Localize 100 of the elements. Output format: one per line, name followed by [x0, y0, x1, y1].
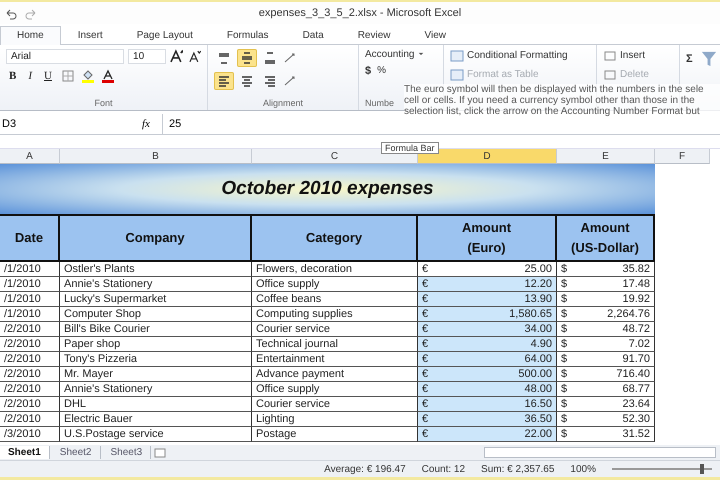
ribbon-tab[interactable]: Data: [286, 26, 341, 45]
align-button[interactable]: [214, 72, 234, 90]
table-icon[interactable]: [450, 48, 464, 63]
column-heading: Amount (Euro): [418, 216, 557, 262]
cells-button[interactable]: Insert: [620, 50, 646, 62]
number-format-dropdown[interactable]: Accounting: [365, 48, 414, 60]
sheet-tab[interactable]: Sheet2: [52, 446, 100, 460]
column-header[interactable]: B: [60, 149, 252, 164]
table-cell: $ 35.82: [557, 262, 655, 278]
font-name-field[interactable]: Arial: [6, 48, 124, 64]
align-icon: [263, 50, 277, 65]
align-icon: [217, 50, 231, 65]
ribbon-tab[interactable]: Home: [0, 26, 61, 45]
column-heading: Date: [0, 216, 60, 262]
column-header[interactable]: E: [557, 149, 655, 164]
font-color-icon[interactable]: [100, 68, 115, 83]
table-cell: /2/2010: [0, 382, 60, 398]
column-header[interactable]: F: [655, 149, 710, 164]
table-cell: Postage: [252, 427, 418, 442]
table-cell: $ 68.77: [557, 382, 655, 398]
column-heading: Company: [60, 216, 252, 262]
table-cell: /2/2010: [0, 337, 60, 352]
sheet-title: October 2010 expenses: [221, 178, 434, 200]
sheet-tab[interactable]: Sheet1: [0, 446, 50, 460]
table-cell: /1/2010: [0, 292, 60, 308]
status-sum: Sum: € 2,357.65: [481, 464, 554, 475]
cells-icon[interactable]: [603, 68, 617, 82]
group-label: Numbe: [365, 98, 394, 108]
font-size-field[interactable]: 10: [128, 48, 166, 64]
table-cell: Advance payment: [252, 367, 418, 382]
table-cell: € 64.00: [418, 352, 557, 368]
table-cell: $ 7.02: [557, 337, 655, 352]
align-button[interactable]: [237, 48, 257, 67]
cells-icon[interactable]: [603, 48, 617, 63]
table-cell: /1/2010: [0, 307, 60, 322]
name-box[interactable]: D3: [0, 118, 76, 130]
borders-icon[interactable]: [60, 68, 75, 83]
table-cell: Technical journal: [252, 337, 418, 352]
italic-button[interactable]: I: [25, 70, 36, 82]
bold-button[interactable]: B: [6, 70, 20, 82]
table-cell: Office supply: [252, 277, 418, 292]
ribbon-tab[interactable]: View: [407, 26, 463, 45]
table-cell: € 36.50: [418, 412, 557, 428]
table-cell: $ 23.64: [557, 397, 655, 412]
table-cell: Ostler's Plants: [60, 262, 252, 278]
autosum-button[interactable]: Σ: [686, 52, 693, 65]
group-label: Alignment: [262, 98, 304, 108]
table-cell: Flowers, decoration: [252, 262, 418, 278]
table-cell: Entertainment: [252, 352, 418, 368]
table-icon[interactable]: [450, 68, 464, 82]
table-cell: Computing supplies: [252, 307, 418, 322]
tooltip: Formula Bar: [381, 142, 439, 154]
ribbon-tab[interactable]: Page Layout: [120, 26, 210, 45]
table-cell: /2/2010: [0, 412, 60, 428]
table-cell: /1/2010: [0, 277, 60, 292]
text-direction-icon[interactable]: [283, 74, 297, 88]
table-cell: € 13.90: [418, 292, 557, 308]
insert-function-button[interactable]: fx: [142, 118, 162, 130]
zoom-level: 100%: [570, 464, 596, 475]
ribbon-tab[interactable]: Review: [340, 26, 408, 45]
table-cell: Paper shop: [60, 337, 252, 352]
table-cell: Courier service: [252, 322, 418, 338]
table-cell: /3/2010: [0, 427, 60, 442]
column-heading: Amount (US-Dollar): [557, 216, 655, 262]
table-cell: € 22.00: [418, 427, 557, 442]
underline-button[interactable]: U: [41, 70, 55, 82]
table-cell: $ 31.52: [557, 427, 655, 442]
table-cell: Office supply: [252, 382, 418, 398]
table-cell: € 1,580.65: [418, 307, 557, 322]
table-cell: Bill's Bike Courier: [60, 322, 252, 338]
column-heading: Category: [252, 216, 418, 262]
styles-button[interactable]: Conditional Formatting: [467, 50, 568, 62]
text-direction-icon[interactable]: [283, 50, 297, 65]
table-cell: /2/2010: [0, 352, 60, 368]
align-icon: [240, 50, 254, 65]
currency-button[interactable]: $: [365, 64, 372, 77]
percent-button[interactable]: %: [377, 65, 386, 76]
shrink-font-icon[interactable]: [187, 49, 202, 64]
column-header[interactable]: A: [0, 149, 60, 164]
ribbon-tab[interactable]: Formulas: [210, 26, 286, 45]
table-cell: € 25.00: [418, 262, 557, 278]
undo-icon[interactable]: [4, 7, 18, 21]
fill-color-icon[interactable]: [80, 68, 95, 83]
table-cell: Annie's Stationery: [60, 277, 252, 292]
grow-font-icon[interactable]: [170, 49, 184, 64]
table-cell: /2/2010: [0, 322, 60, 338]
status-count: Count: 12: [422, 464, 466, 475]
table-cell: € 12.20: [418, 277, 557, 292]
table-cell: € 16.50: [418, 397, 557, 412]
table-cell: U.S.Postage service: [60, 427, 252, 442]
align-icon: [263, 74, 277, 88]
table-cell: DHL: [60, 397, 252, 412]
ribbon-tab[interactable]: Insert: [60, 26, 120, 45]
table-cell: /2/2010: [0, 397, 60, 412]
new-sheet-icon[interactable]: [153, 446, 168, 460]
sheet-tab[interactable]: Sheet3: [102, 446, 152, 460]
caption-text: The euro symbol will then be displayed with the numbers in the sele cell or cells. If you need a currency symbol other than those in the selection list, click the arrow on the Accounting Number Format but: [404, 84, 720, 117]
table-cell: Courier service: [252, 397, 418, 412]
zoom-thumb[interactable]: [700, 464, 704, 474]
horizontal-scrollbar[interactable]: [484, 447, 716, 458]
